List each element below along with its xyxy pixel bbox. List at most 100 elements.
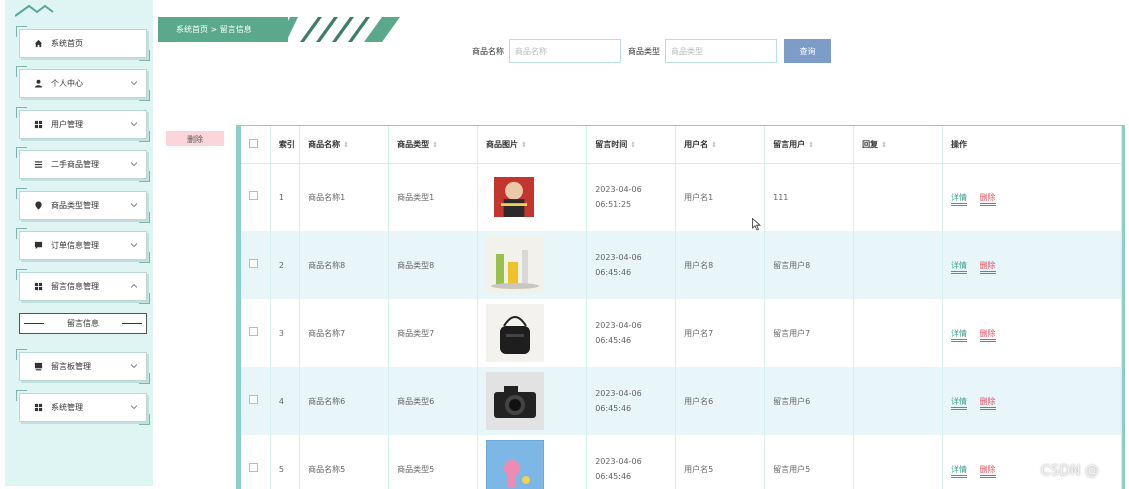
sort-icon[interactable]: ⇕ [432, 141, 438, 149]
sort-icon[interactable]: ⇕ [630, 141, 636, 149]
watermark: CSDN @ [1040, 463, 1099, 479]
delete-button[interactable]: 删除 [979, 464, 996, 478]
column-header[interactable]: 商品图片 ⇕ [477, 126, 588, 164]
sidebar-item-label: 留言信息管理 [51, 282, 99, 291]
cell-actions: 详情 删除 [942, 163, 1122, 231]
detail-button[interactable]: 详情 [951, 464, 968, 478]
row-select[interactable] [241, 163, 271, 231]
checkbox[interactable] [249, 138, 258, 148]
sidebar-item-message-board[interactable]: 留言板管理 [16, 349, 150, 384]
cell-goods-type: 商品类型1 [388, 163, 479, 231]
cell-actions: 详情 删除 [942, 367, 1122, 435]
detail-button[interactable]: 详情 [951, 396, 968, 410]
delete-button[interactable]: 删除 [979, 260, 996, 274]
logo-decoration [15, 4, 54, 17]
sidebar: 系统首页 个人中心 用户管理 二手商品管理 商品类型管理 订单信息管理 留言信息… [5, 0, 153, 486]
column-header[interactable]: 商品名称 ⇕ [299, 126, 390, 164]
cell-goods-type: 商品类型6 [388, 367, 479, 435]
cell-goods-type: 商品类型5 [388, 435, 479, 489]
chevron-down-icon [131, 122, 137, 127]
row-select[interactable] [241, 299, 271, 367]
cell-username: 用户名6 [675, 367, 766, 435]
cell-goods-image [477, 163, 588, 231]
delete-button[interactable]: 删除 [979, 396, 996, 410]
checkbox[interactable] [249, 258, 258, 268]
sidebar-item-orders[interactable]: 订单信息管理 [16, 228, 150, 263]
search-button[interactable]: 查询 [784, 39, 831, 63]
product-image-book [494, 177, 535, 218]
cell-index: 2 [270, 231, 301, 299]
column-header[interactable]: 留言时间 ⇕ [586, 126, 677, 164]
column-title: 用户名 [684, 139, 709, 149]
cell-index: 3 [270, 299, 301, 367]
sort-icon[interactable]: ⇕ [343, 141, 349, 149]
cell-username: 用户名5 [675, 435, 766, 489]
pin-icon [34, 201, 43, 210]
checkbox[interactable] [249, 190, 258, 200]
goods-name-label: 商品名称 [472, 47, 504, 56]
sidebar-item-home[interactable]: 系统首页 [16, 26, 150, 61]
sidebar-item-goods-type[interactable]: 商品类型管理 [16, 188, 150, 223]
product-image-camera [486, 372, 545, 430]
mouse-cursor-icon [752, 218, 761, 231]
delete-button[interactable]: 删除 [979, 328, 996, 342]
column-title: 商品图片 [486, 139, 519, 149]
row-select[interactable] [241, 231, 271, 299]
detail-button[interactable]: 详情 [951, 328, 968, 342]
column-header[interactable]: 回复 ⇕ [853, 126, 944, 164]
column-title: 商品类型 [397, 139, 430, 149]
sort-icon[interactable]: ⇕ [711, 141, 717, 149]
cell-message-user: 留言用户7 [764, 299, 855, 367]
goods-type-label: 商品类型 [628, 47, 660, 56]
detail-button[interactable]: 详情 [951, 192, 968, 206]
column-title: 留言时间 [595, 139, 628, 149]
cell-index: 5 [270, 435, 301, 489]
select-all-cell[interactable] [241, 126, 271, 164]
sidebar-item-secondhand-goods[interactable]: 二手商品管理 [16, 147, 150, 182]
sidebar-item-label: 留言板管理 [51, 362, 91, 371]
sidebar-item-system[interactable]: 系统管理 [16, 390, 150, 425]
sidebar-item-label: 系统管理 [51, 403, 83, 412]
sidebar-subitem-messages[interactable]: 留言信息 [19, 313, 147, 334]
goods-type-input[interactable] [665, 39, 777, 63]
cell-username: 用户名7 [675, 299, 766, 367]
chevron-down-icon [131, 364, 137, 369]
table-row: 1 商品名称1 商品类型1 2023-04-06 06:51:25 用户名1 1… [241, 163, 1122, 231]
cell-reply [853, 367, 944, 435]
column-header[interactable]: 留言用户 ⇕ [764, 126, 855, 164]
sidebar-item-messages[interactable]: 留言信息管理 [16, 269, 150, 304]
chevron-down-icon [131, 81, 137, 86]
checkbox[interactable] [249, 462, 258, 472]
cell-actions: 详情 删除 [942, 435, 1122, 489]
checkbox[interactable] [249, 394, 258, 404]
sidebar-subitem-label: 留言信息 [67, 319, 99, 328]
sidebar-item-users[interactable]: 用户管理 [16, 107, 150, 142]
cell-message-user: 留言用户8 [764, 231, 855, 299]
checkbox[interactable] [249, 326, 258, 336]
column-header[interactable]: 商品类型 ⇕ [388, 126, 479, 164]
cell-goods-name: 商品名称5 [299, 435, 390, 489]
sort-icon[interactable]: ⇕ [521, 141, 527, 149]
chevron-down-icon [131, 203, 137, 208]
cell-goods-type: 商品类型8 [388, 231, 479, 299]
batch-delete-button[interactable]: 删除 [166, 131, 224, 146]
cell-goods-name: 商品名称7 [299, 299, 390, 367]
row-select[interactable] [241, 367, 271, 435]
cell-username: 用户名8 [675, 231, 766, 299]
sidebar-item-profile[interactable]: 个人中心 [16, 66, 150, 101]
cell-goods-type: 商品类型7 [388, 299, 479, 367]
chevron-up-icon [131, 283, 137, 288]
column-header[interactable]: 用户名 ⇕ [675, 126, 766, 164]
row-select[interactable] [241, 435, 271, 489]
detail-button[interactable]: 详情 [951, 260, 968, 274]
cell-reply [853, 435, 944, 489]
table-header: 索引 商品名称 ⇕ 商品类型 ⇕ 商品图片 ⇕ 留言时间 ⇕ 用户名 ⇕ 留言用户 ⇕ 回复… [241, 126, 1122, 164]
delete-button[interactable]: 删除 [979, 192, 996, 206]
chat-icon [34, 241, 43, 250]
goods-name-input[interactable] [509, 39, 621, 63]
home-icon [34, 39, 43, 48]
sort-icon[interactable]: ⇕ [881, 141, 887, 149]
cell-message-time: 2023-04-06 06:45:46 [586, 367, 677, 435]
sort-icon[interactable]: ⇕ [808, 141, 814, 149]
breadcrumb-stripes [278, 17, 400, 42]
